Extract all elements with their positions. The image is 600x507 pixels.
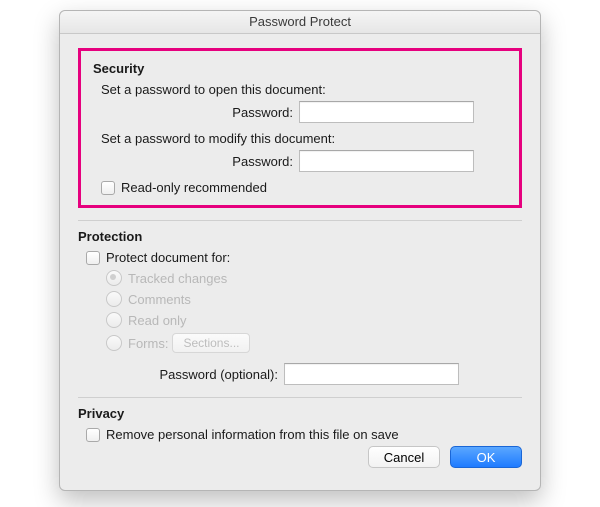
read-only-row[interactable]: Read-only recommended xyxy=(101,180,507,195)
forms-label: Forms: xyxy=(128,336,168,351)
protection-password-label: Password (optional): xyxy=(78,367,284,382)
open-password-label: Password: xyxy=(93,105,299,120)
read-only-radio xyxy=(106,312,122,328)
read-only-checkbox[interactable] xyxy=(101,181,115,195)
title-bar: Password Protect xyxy=(60,11,540,34)
forms-radio xyxy=(106,335,122,351)
modify-password-input[interactable] xyxy=(299,150,474,172)
modify-password-prompt: Set a password to modify this document: xyxy=(101,131,507,146)
read-only-option-label: Read only xyxy=(128,313,187,328)
protection-password-input[interactable] xyxy=(284,363,459,385)
tracked-changes-label: Tracked changes xyxy=(128,271,227,286)
divider-1 xyxy=(78,220,522,221)
privacy-row[interactable]: Remove personal information from this fi… xyxy=(86,427,522,442)
protect-for-checkbox[interactable] xyxy=(86,251,100,265)
remove-personal-checkbox[interactable] xyxy=(86,428,100,442)
comments-radio xyxy=(106,291,122,307)
security-section-highlight: Security Set a password to open this doc… xyxy=(78,48,522,208)
open-password-input[interactable] xyxy=(299,101,474,123)
sections-button: Sections... xyxy=(172,333,250,353)
dialog-footer: Cancel OK xyxy=(78,442,522,476)
protect-for-row[interactable]: Protect document for: xyxy=(86,250,522,265)
cancel-button[interactable]: Cancel xyxy=(368,446,440,468)
dialog-content: Security Set a password to open this doc… xyxy=(60,34,540,490)
open-password-prompt: Set a password to open this document: xyxy=(101,82,507,97)
security-heading: Security xyxy=(93,61,507,76)
remove-personal-label: Remove personal information from this fi… xyxy=(106,427,399,442)
comments-label: Comments xyxy=(128,292,191,307)
modify-password-label: Password: xyxy=(93,154,299,169)
protect-for-label: Protect document for: xyxy=(106,250,230,265)
tracked-changes-radio xyxy=(106,270,122,286)
dialog-window: Password Protect Security Set a password… xyxy=(59,10,541,491)
window-title: Password Protect xyxy=(249,14,351,29)
read-only-label: Read-only recommended xyxy=(121,180,267,195)
privacy-heading: Privacy xyxy=(78,406,522,421)
ok-button[interactable]: OK xyxy=(450,446,522,468)
protect-options: Tracked changes Comments Read only Forms… xyxy=(106,270,522,353)
protection-heading: Protection xyxy=(78,229,522,244)
divider-2 xyxy=(78,397,522,398)
